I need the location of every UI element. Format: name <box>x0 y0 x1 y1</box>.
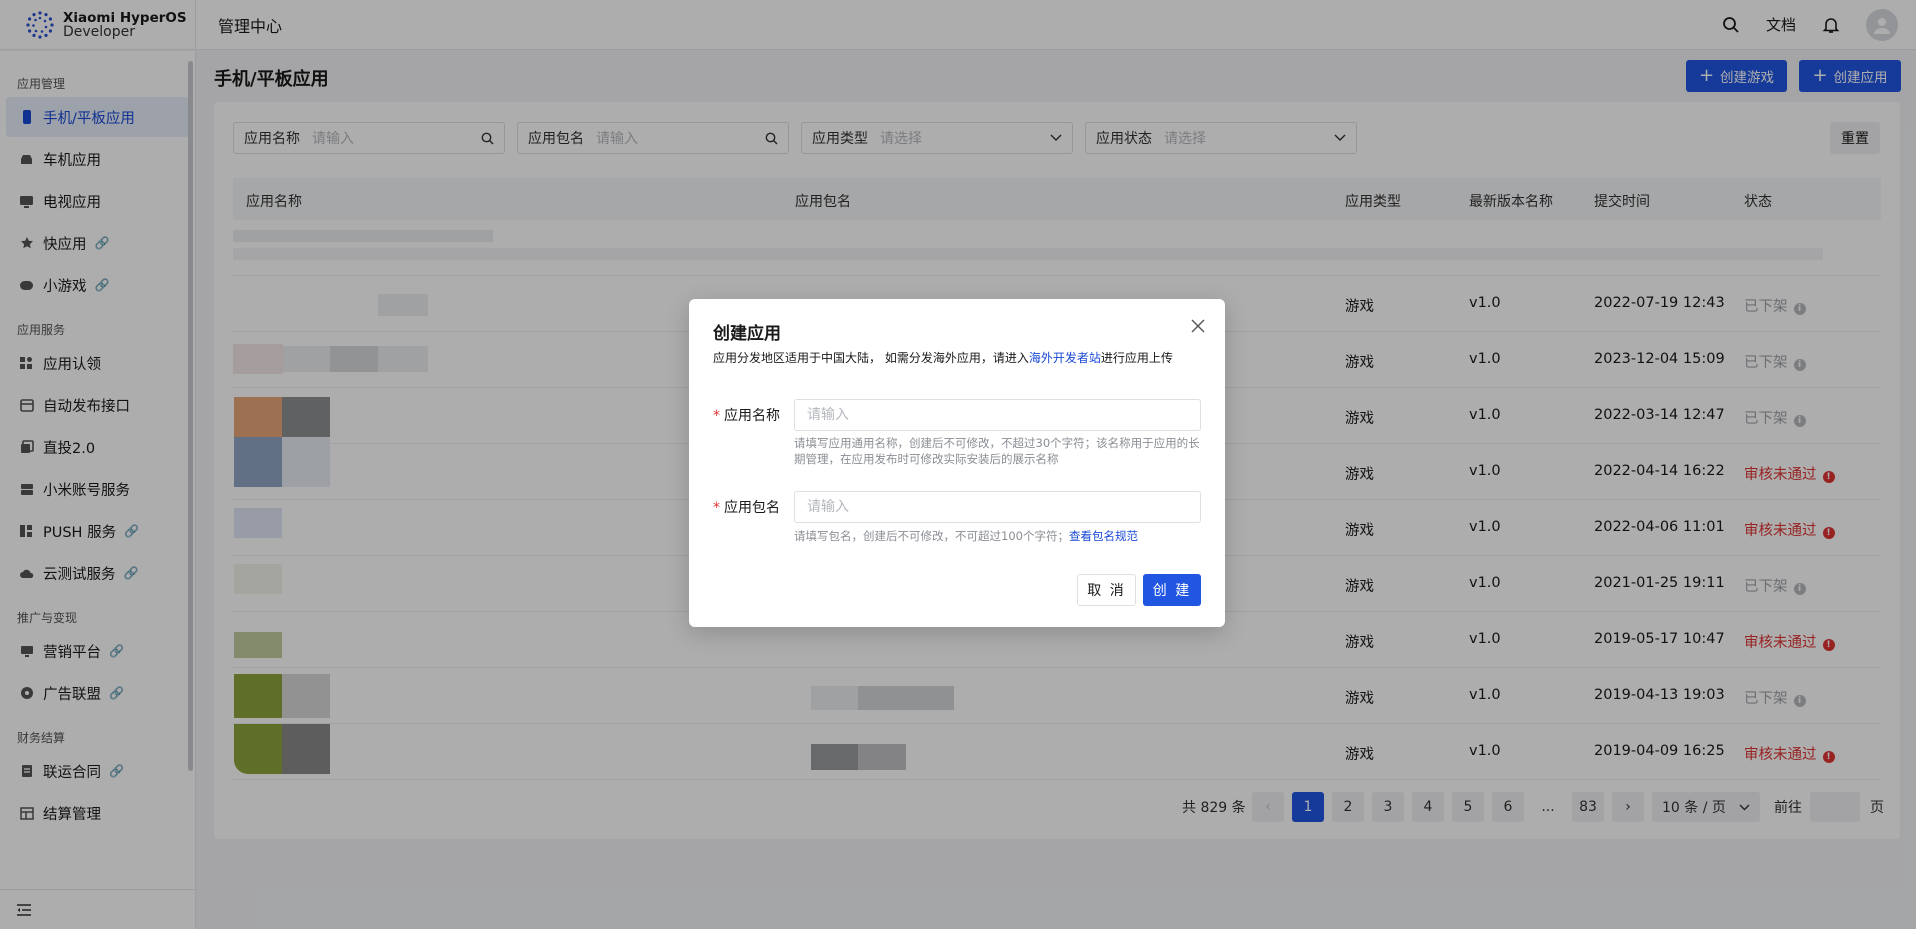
close-icon[interactable] <box>1189 317 1207 335</box>
app-name-label: * 应用名称 <box>713 408 780 424</box>
app-name-hint: 请填写应用通用名称，创建后不可修改，不超过30个字符；该名称用于应用的长期管理，… <box>794 436 1200 466</box>
app-name-input[interactable]: 请输入 <box>794 399 1201 431</box>
dialog-title: 创建应用 <box>713 324 781 344</box>
package-rules-link[interactable]: 查看包名规范 <box>1069 529 1138 543</box>
package-name-label: * 应用包名 <box>713 500 780 516</box>
package-name-input[interactable]: 请输入 <box>794 491 1201 523</box>
create-button[interactable]: 创 建 <box>1143 574 1201 606</box>
dialog-description: 应用分发地区适用于中国大陆， 如需分发海外应用，请进入海外开发者站进行应用上传 <box>713 351 1173 365</box>
cancel-button[interactable]: 取 消 <box>1077 574 1136 606</box>
overseas-developer-link[interactable]: 海外开发者站 <box>1029 351 1101 365</box>
create-app-dialog: 创建应用 应用分发地区适用于中国大陆， 如需分发海外应用，请进入海外开发者站进行… <box>689 299 1225 627</box>
package-name-hint: 请填写包名，创建后不可修改，不可超过100个字符；查看包名规范 <box>794 529 1138 543</box>
